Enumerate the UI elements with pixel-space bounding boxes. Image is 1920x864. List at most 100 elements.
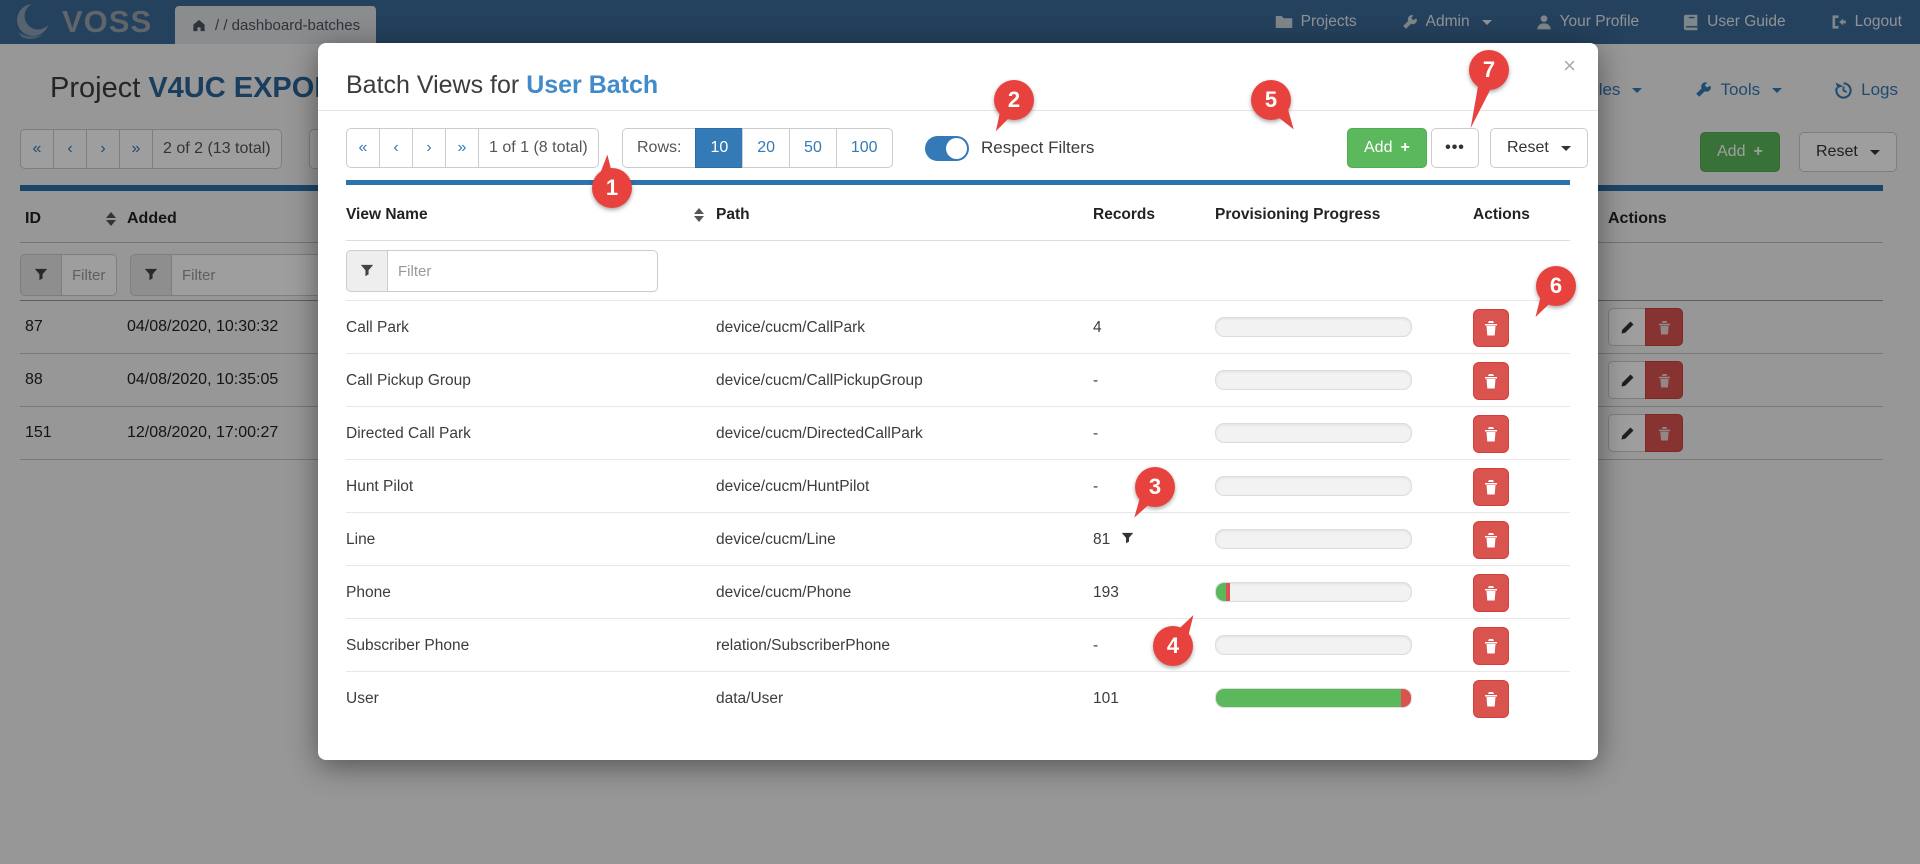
callout-badge-6: 6 xyxy=(1535,266,1576,321)
divider xyxy=(346,565,1570,566)
cell-records: 193 xyxy=(1093,584,1119,601)
trash-icon xyxy=(1485,321,1497,336)
cell-path: relation/SubscriberPhone xyxy=(716,637,891,654)
callout-badge-4: 4 xyxy=(1153,611,1194,666)
prev-page-button[interactable]: ‹ xyxy=(379,128,413,168)
callout-badge-5: 5 xyxy=(1251,80,1294,134)
cell-path: device/cucm/DirectedCallPark xyxy=(716,425,923,442)
view-name-filter-input[interactable] xyxy=(388,250,658,292)
ellipsis-icon: ••• xyxy=(1445,139,1465,156)
batch-views-modal: Batch Views for User Batch × « ‹ › » 1 o… xyxy=(318,43,1598,760)
batch-name: User Batch xyxy=(526,71,659,99)
delete-button[interactable] xyxy=(1473,468,1509,506)
cell-view-name: Directed Call Park xyxy=(346,425,471,442)
cell-view-name: User xyxy=(346,690,379,707)
cell-view-name: Subscriber Phone xyxy=(346,637,470,654)
filter-icon xyxy=(360,264,374,277)
column-header-actions: Actions xyxy=(1473,206,1530,223)
cell-view-name: Call Park xyxy=(346,319,409,336)
delete-button[interactable] xyxy=(1473,309,1509,347)
add-button[interactable]: Add + xyxy=(1347,128,1427,168)
first-page-button[interactable]: « xyxy=(346,128,380,168)
rows-option-20[interactable]: 20 xyxy=(742,128,791,168)
cell-path: data/User xyxy=(716,690,784,707)
divider xyxy=(346,671,1570,672)
column-header-path[interactable]: Path xyxy=(716,206,750,224)
callout-badge-2: 2 xyxy=(994,80,1034,135)
cell-records: - xyxy=(1093,478,1099,495)
divider xyxy=(346,353,1570,354)
delete-button[interactable] xyxy=(1473,574,1509,612)
divider xyxy=(346,618,1570,619)
cell-records: 101 xyxy=(1093,690,1119,707)
callout-badge-7: 7 xyxy=(1469,50,1509,131)
delete-button[interactable] xyxy=(1473,521,1509,559)
progress-bar xyxy=(1215,423,1412,443)
cell-path: device/cucm/HuntPilot xyxy=(716,478,870,495)
progress-bar xyxy=(1215,635,1412,655)
sort-icon[interactable] xyxy=(694,208,704,222)
progress-bar xyxy=(1215,476,1412,496)
view-name-filter xyxy=(346,250,658,292)
table-top-rule xyxy=(346,180,1570,185)
next-page-button[interactable]: › xyxy=(412,128,446,168)
delete-button[interactable] xyxy=(1473,680,1509,718)
cell-records: 81 xyxy=(1093,531,1134,549)
cell-view-name: Phone xyxy=(346,584,391,601)
column-header-progress: Provisioning Progress xyxy=(1215,206,1381,223)
progress-bar xyxy=(1215,582,1412,602)
filter-button[interactable] xyxy=(346,250,388,292)
trash-icon xyxy=(1485,427,1497,442)
chevron-down-icon xyxy=(1560,145,1571,151)
cell-path: device/cucm/Line xyxy=(716,531,836,548)
more-actions-button[interactable]: ••• xyxy=(1431,128,1479,168)
column-header-records: Records xyxy=(1093,206,1156,223)
divider xyxy=(346,300,1570,301)
cell-view-name: Line xyxy=(346,531,376,548)
cell-path: device/cucm/CallPark xyxy=(716,319,866,336)
respect-filters-toggle[interactable] xyxy=(925,136,969,161)
rows-per-page-group: Rows: 10 20 50 100 xyxy=(622,128,893,168)
trash-icon xyxy=(1485,374,1497,389)
rows-option-100[interactable]: 100 xyxy=(835,128,893,168)
delete-button[interactable] xyxy=(1473,627,1509,665)
rows-option-50[interactable]: 50 xyxy=(789,128,837,168)
divider xyxy=(346,512,1570,513)
cell-records: - xyxy=(1093,425,1099,442)
modal-pagination: « ‹ › » 1 of 1 (8 total) xyxy=(346,128,599,168)
trash-icon xyxy=(1485,586,1497,601)
last-page-button[interactable]: » xyxy=(445,128,479,168)
divider xyxy=(346,406,1570,407)
divider xyxy=(346,240,1570,241)
respect-filters-label: Respect Filters xyxy=(981,138,1095,157)
callout-badge-3: 3 xyxy=(1134,467,1175,522)
callout-badge-1: 1 xyxy=(592,154,632,208)
toggle-knob xyxy=(946,138,967,159)
progress-bar xyxy=(1215,688,1412,708)
progress-bar xyxy=(1215,529,1412,549)
cell-records: - xyxy=(1093,637,1099,654)
progress-bar xyxy=(1215,370,1412,390)
page-status: 1 of 1 (8 total) xyxy=(478,128,599,168)
filter-icon xyxy=(1121,532,1133,544)
rows-label: Rows: xyxy=(622,128,697,168)
modal-title: Batch Views for User Batch xyxy=(346,71,659,99)
cell-view-name: Hunt Pilot xyxy=(346,478,414,495)
rows-option-10[interactable]: 10 xyxy=(695,128,744,168)
divider xyxy=(346,459,1570,460)
delete-button[interactable] xyxy=(1473,415,1509,453)
reset-button[interactable]: Reset xyxy=(1490,128,1588,168)
trash-icon xyxy=(1485,639,1497,654)
close-icon[interactable]: × xyxy=(1563,53,1576,79)
divider xyxy=(318,110,1598,111)
column-header-view-name[interactable]: View Name xyxy=(346,206,428,224)
trash-icon xyxy=(1485,533,1497,548)
delete-button[interactable] xyxy=(1473,362,1509,400)
cell-path: device/cucm/CallPickupGroup xyxy=(716,372,923,389)
plus-icon: + xyxy=(1400,139,1410,156)
cell-view-name: Call Pickup Group xyxy=(346,372,471,389)
trash-icon xyxy=(1485,692,1497,707)
trash-icon xyxy=(1485,480,1497,495)
cell-path: device/cucm/Phone xyxy=(716,584,852,601)
cell-records: 4 xyxy=(1093,319,1102,336)
